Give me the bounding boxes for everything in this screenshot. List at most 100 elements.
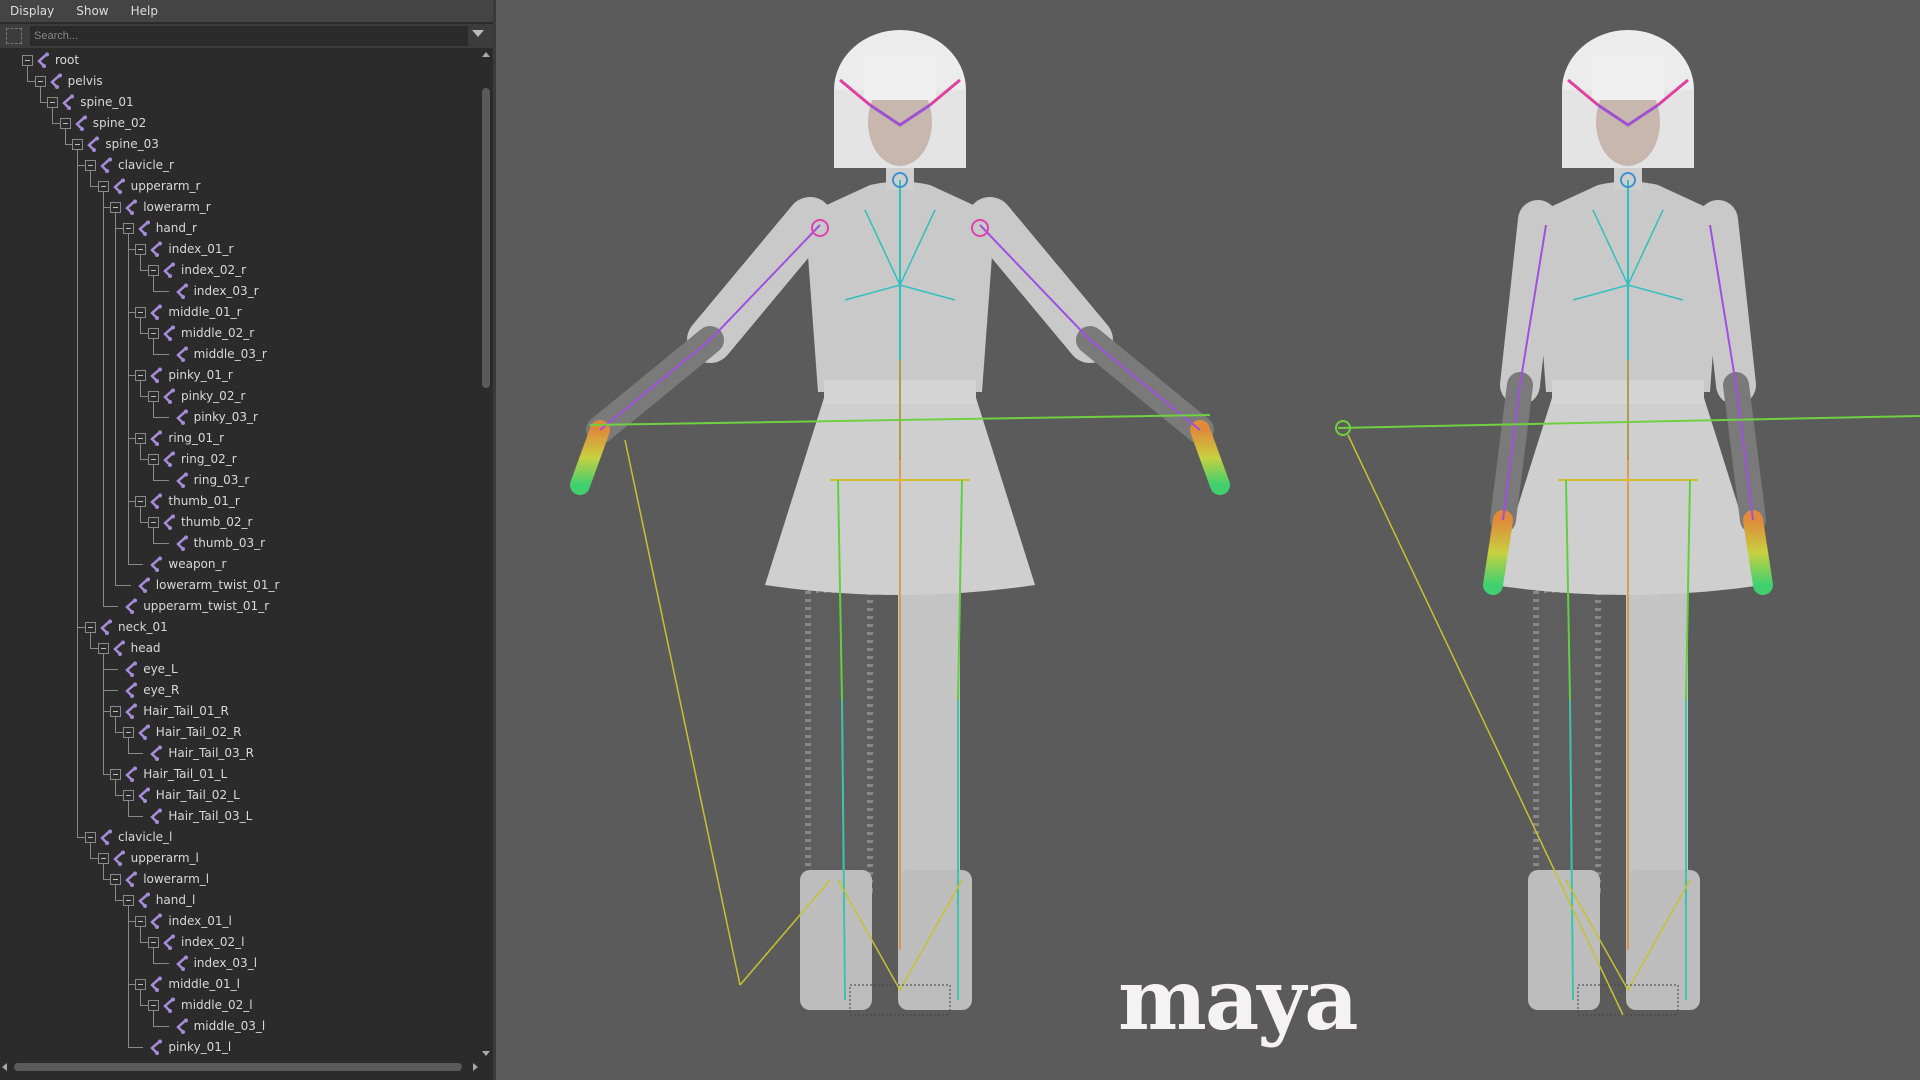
tree-item-label: middle_03_r bbox=[194, 347, 267, 361]
tree-item-label: ring_01_r bbox=[168, 431, 224, 445]
tree-guide-line bbox=[115, 428, 116, 449]
scroll-down-icon[interactable] bbox=[482, 1051, 490, 1056]
tree-item-label: index_02_l bbox=[181, 935, 244, 949]
tree-guide-line bbox=[115, 722, 116, 732]
tree-item-middle_02_l[interactable]: middle_02_l bbox=[0, 995, 480, 1016]
tree-guide-line bbox=[115, 365, 116, 386]
tree-item-thumb_03_r[interactable]: thumb_03_r bbox=[0, 533, 480, 554]
tree-guide-line bbox=[77, 239, 78, 260]
tree-item-hair_tail_02_r[interactable]: Hair_Tail_02_R bbox=[0, 722, 480, 743]
joint-icon bbox=[48, 73, 64, 89]
joint-icon bbox=[136, 577, 152, 593]
tree-guide-line bbox=[77, 386, 78, 407]
tree-item-label: lowerarm_twist_01_r bbox=[156, 578, 280, 592]
vertical-scroll-thumb[interactable] bbox=[482, 88, 490, 388]
tree-guide-line bbox=[52, 113, 53, 123]
tree-item-middle_01_l[interactable]: middle_01_l bbox=[0, 974, 480, 995]
tree-item-hair_tail_02_l[interactable]: Hair_Tail_02_L bbox=[0, 785, 480, 806]
joint-icon bbox=[148, 556, 164, 572]
tree-item-label: index_01_l bbox=[168, 914, 231, 928]
tree-item-thumb_02_r[interactable]: thumb_02_r bbox=[0, 512, 480, 533]
menu-display[interactable]: Display bbox=[10, 4, 54, 18]
tree-item-label: upperarm_twist_01_r bbox=[143, 599, 269, 613]
joint-icon bbox=[148, 493, 164, 509]
tree-item-ring_03_r[interactable]: ring_03_r bbox=[0, 470, 480, 491]
search-input[interactable] bbox=[30, 26, 468, 46]
tree-item-index_02_r[interactable]: index_02_r bbox=[0, 260, 480, 281]
tree-guide-line bbox=[115, 407, 116, 428]
tree-item-ring_02_r[interactable]: ring_02_r bbox=[0, 449, 480, 470]
tree-item-head[interactable]: head bbox=[0, 638, 480, 659]
tree-item-eye_l[interactable]: eye_L bbox=[0, 659, 480, 680]
scroll-left-icon[interactable] bbox=[2, 1063, 7, 1071]
tree-item-pinky_01_l[interactable]: pinky_01_l bbox=[0, 1037, 480, 1058]
horizontal-scrollbar[interactable] bbox=[0, 1060, 480, 1074]
search-options-chevron-down-icon[interactable] bbox=[472, 30, 484, 37]
tree-item-index_03_r[interactable]: index_03_r bbox=[0, 281, 480, 302]
tree-connector bbox=[153, 480, 169, 481]
tree-item-clavicle_r[interactable]: clavicle_r bbox=[0, 155, 480, 176]
tree-connector bbox=[153, 291, 169, 292]
tree-item-upperarm_l[interactable]: upperarm_l bbox=[0, 848, 480, 869]
tree-item-label: index_02_r bbox=[181, 263, 246, 277]
tree-item-neck_01[interactable]: neck_01 bbox=[0, 617, 480, 638]
tree-connector bbox=[128, 501, 136, 502]
tree-item-thumb_01_r[interactable]: thumb_01_r bbox=[0, 491, 480, 512]
tree-guide-line bbox=[128, 407, 129, 428]
tree-item-spine_03[interactable]: spine_03 bbox=[0, 134, 480, 155]
tree-item-lowerarm_r[interactable]: lowerarm_r bbox=[0, 197, 480, 218]
tree-item-lowerarm_twist_01_r[interactable]: lowerarm_twist_01_r bbox=[0, 575, 480, 596]
joint-icon bbox=[148, 913, 164, 929]
tree-item-lowerarm_l[interactable]: lowerarm_l bbox=[0, 869, 480, 890]
tree-item-middle_03_l[interactable]: middle_03_l bbox=[0, 1016, 480, 1037]
tree-item-pinky_02_r[interactable]: pinky_02_r bbox=[0, 386, 480, 407]
tree-item-ring_01_r[interactable]: ring_01_r bbox=[0, 428, 480, 449]
joint-icon bbox=[174, 283, 190, 299]
tree-guide-line bbox=[153, 533, 154, 543]
tree-item-hair_tail_03_l[interactable]: Hair_Tail_03_L bbox=[0, 806, 480, 827]
tree-item-pinky_03_r[interactable]: pinky_03_r bbox=[0, 407, 480, 428]
tree-item-clavicle_l[interactable]: clavicle_l bbox=[0, 827, 480, 848]
tree-item-pinky_01_r[interactable]: pinky_01_r bbox=[0, 365, 480, 386]
tree-item-index_01_r[interactable]: index_01_r bbox=[0, 239, 480, 260]
tree-item-hair_tail_01_l[interactable]: Hair_Tail_01_L bbox=[0, 764, 480, 785]
tree-guide-line bbox=[140, 449, 141, 459]
tree-item-pelvis[interactable]: pelvis bbox=[0, 71, 480, 92]
tree-item-hair_tail_03_r[interactable]: Hair_Tail_03_R bbox=[0, 743, 480, 764]
tree-guide-line bbox=[27, 71, 28, 81]
horizontal-scroll-thumb[interactable] bbox=[14, 1063, 462, 1071]
tree-item-label: Hair_Tail_01_L bbox=[143, 767, 227, 781]
joint-icon bbox=[148, 745, 164, 761]
tree-item-middle_02_r[interactable]: middle_02_r bbox=[0, 323, 480, 344]
scroll-up-icon[interactable] bbox=[482, 52, 490, 57]
tree-item-index_02_l[interactable]: index_02_l bbox=[0, 932, 480, 953]
tree-item-middle_03_r[interactable]: middle_03_r bbox=[0, 344, 480, 365]
joint-icon bbox=[161, 451, 177, 467]
menu-help[interactable]: Help bbox=[131, 4, 158, 18]
tree-item-label: Hair_Tail_02_L bbox=[156, 788, 240, 802]
tree-item-eye_r[interactable]: eye_R bbox=[0, 680, 480, 701]
vertical-scrollbar[interactable] bbox=[480, 50, 492, 1058]
tree-guide-line bbox=[115, 281, 116, 302]
tree-item-middle_01_r[interactable]: middle_01_r bbox=[0, 302, 480, 323]
tree-item-upperarm_twist_01_r[interactable]: upperarm_twist_01_r bbox=[0, 596, 480, 617]
tree-connector bbox=[140, 522, 148, 523]
tree-item-spine_02[interactable]: spine_02 bbox=[0, 113, 480, 134]
tree-item-index_03_l[interactable]: index_03_l bbox=[0, 953, 480, 974]
scroll-right-icon[interactable] bbox=[473, 1063, 478, 1071]
tree-guide-line bbox=[77, 470, 78, 491]
tree-item-upperarm_r[interactable]: upperarm_r bbox=[0, 176, 480, 197]
tree-item-hand_r[interactable]: hand_r bbox=[0, 218, 480, 239]
tree-item-hand_l[interactable]: hand_l bbox=[0, 890, 480, 911]
joint-icon bbox=[174, 1018, 190, 1034]
tree-guide-line bbox=[77, 449, 78, 470]
tree-item-hair_tail_01_r[interactable]: Hair_Tail_01_R bbox=[0, 701, 480, 722]
joint-icon bbox=[111, 850, 127, 866]
tree-item-spine_01[interactable]: spine_01 bbox=[0, 92, 480, 113]
tree-item-root[interactable]: root bbox=[0, 50, 480, 71]
menu-show[interactable]: Show bbox=[76, 4, 108, 18]
tree-guide-line bbox=[153, 344, 154, 354]
filter-icon[interactable] bbox=[6, 28, 22, 44]
tree-item-index_01_l[interactable]: index_01_l bbox=[0, 911, 480, 932]
tree-item-weapon_r[interactable]: weapon_r bbox=[0, 554, 480, 575]
